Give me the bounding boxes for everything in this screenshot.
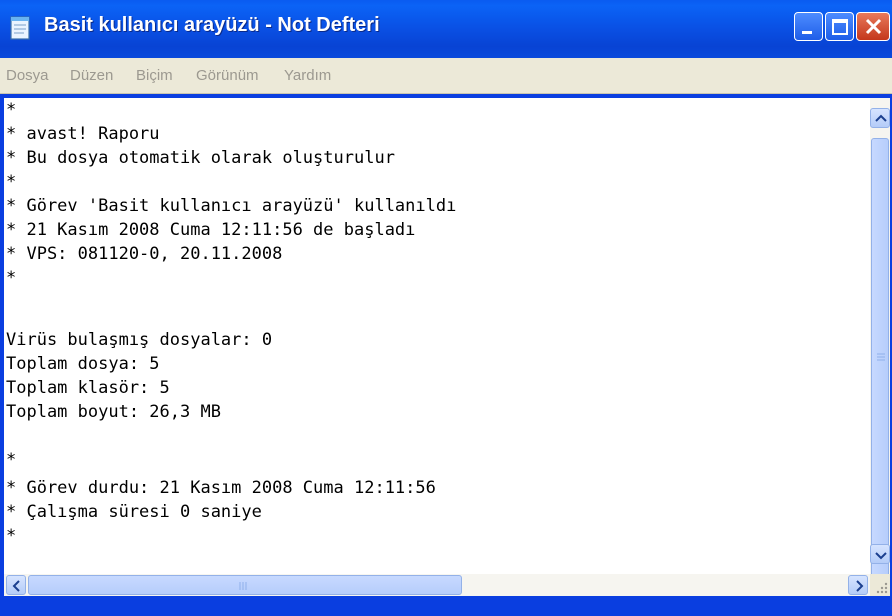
text-line: Toplam boyut: 26,3 MB — [6, 402, 221, 422]
minimize-button[interactable] — [794, 12, 823, 41]
menu-gorunum[interactable]: Görünüm — [196, 67, 259, 84]
grip-icon — [239, 582, 247, 590]
window-title: Basit kullanıcı arayüzü - Not Defteri — [44, 14, 380, 36]
text-line: Virüs bulaşmış dosyalar: 0 — [6, 330, 273, 350]
scroll-left-button[interactable] — [6, 575, 26, 595]
grip-icon — [877, 353, 885, 361]
resize-grip-icon — [876, 582, 888, 594]
chevron-right-icon — [856, 580, 864, 592]
menu-duzen[interactable]: Düzen — [70, 67, 113, 84]
notepad-window: Basit kullanıcı arayüzü - Not Defteri Do… — [0, 0, 892, 616]
text-line: * avast! Raporu — [6, 124, 160, 144]
horizontal-scroll-thumb[interactable] — [28, 575, 462, 595]
text-line: * VPS: 081120-0, 20.11.2008 — [6, 244, 283, 264]
resize-grip[interactable] — [870, 574, 890, 596]
chevron-up-icon — [875, 114, 887, 122]
text-line: * — [6, 100, 17, 120]
minimize-icon — [802, 31, 812, 34]
window-frame-bottom — [0, 596, 892, 616]
maximize-button[interactable] — [825, 12, 854, 41]
text-editor[interactable]: * * avast! Raporu * Bu dosya otomatik ol… — [4, 98, 870, 574]
scroll-up-button[interactable] — [870, 108, 890, 128]
text-line: * — [6, 268, 17, 288]
scroll-down-button[interactable] — [870, 544, 890, 564]
title-bar[interactable]: Basit kullanıcı arayüzü - Not Defteri — [0, 0, 892, 58]
menu-dosya[interactable]: Dosya — [6, 67, 49, 84]
maximize-icon — [832, 19, 848, 35]
text-line: * — [6, 172, 17, 192]
chevron-left-icon — [12, 580, 20, 592]
close-icon — [865, 18, 882, 35]
text-line: * 21 Kasım 2008 Cuma 12:11:56 de başladı — [6, 220, 416, 240]
close-button[interactable] — [856, 12, 890, 41]
notepad-icon — [8, 15, 34, 41]
scroll-right-button[interactable] — [848, 575, 868, 595]
menu-bicim[interactable]: Biçim — [136, 67, 173, 84]
vertical-scrollbar[interactable] — [870, 98, 890, 590]
menu-yardim[interactable]: Yardım — [284, 67, 331, 84]
text-line: * Görev 'Basit kullanıcı arayüzü' kullan… — [6, 196, 457, 216]
text-line: Toplam dosya: 5 — [6, 354, 160, 374]
text-line: Toplam klasör: 5 — [6, 378, 170, 398]
text-line: * Bu dosya otomatik olarak oluşturulur — [6, 148, 395, 168]
horizontal-scrollbar[interactable] — [4, 574, 870, 596]
chevron-down-icon — [875, 552, 887, 560]
text-line: * Çalışma süresi 0 saniye — [6, 502, 262, 522]
text-line: * — [6, 526, 17, 546]
menu-bar: Dosya Düzen Biçim Görünüm Yardım — [0, 58, 892, 94]
text-line: * Görev durdu: 21 Kasım 2008 Cuma 12:11:… — [6, 478, 436, 498]
vertical-scroll-thumb[interactable] — [871, 138, 889, 590]
text-line: * — [6, 450, 17, 470]
